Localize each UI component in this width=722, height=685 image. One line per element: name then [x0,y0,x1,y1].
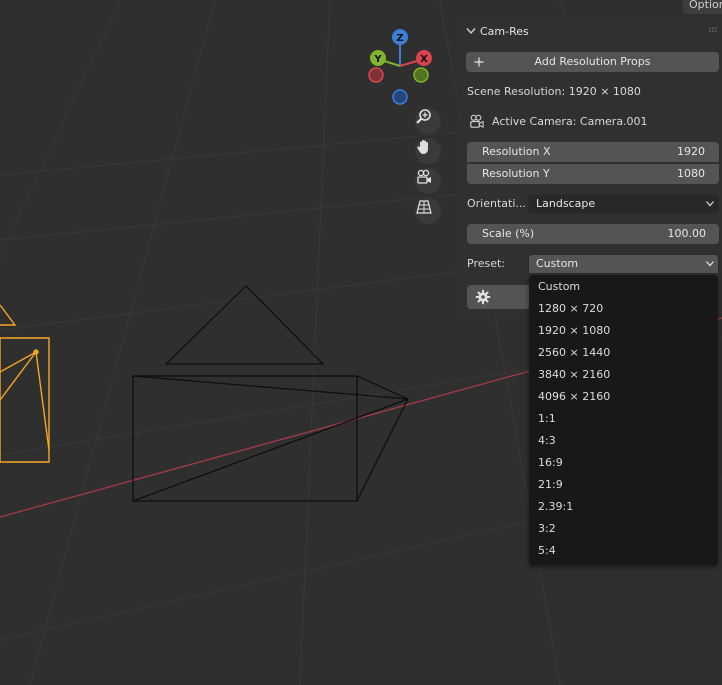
preset-option-5-4[interactable]: 5:4 [538,540,556,562]
preset-option-2-39-1[interactable]: 2.39:1 [538,496,573,518]
grid-perspective-icon [416,200,432,214]
cam-res-panel-header[interactable]: Cam-Res [461,19,722,45]
preset-option-1920x1080[interactable]: 1920 × 1080 [538,320,610,342]
preset-select[interactable]: Custom [528,254,719,274]
gizmo-y-label: Y [373,54,382,65]
orientation-label: Orientati... [467,197,526,210]
resolution-y-label: Resolution Y [482,167,550,180]
preset-option-2560x1440[interactable]: 2560 × 1440 [538,342,610,364]
preset-option-3840x2160[interactable]: 3840 × 2160 [538,364,610,386]
chevron-down-icon [706,261,714,267]
chevron-down-icon [706,201,714,207]
preset-option-4096x2160[interactable]: 4096 × 2160 [538,386,610,408]
preset-option-16-9[interactable]: 16:9 [538,452,563,474]
preset-option-custom[interactable]: Custom [538,276,580,298]
active-camera-text: Active Camera: Camera.001 [492,115,648,128]
gizmo-z-label: Z [396,33,403,44]
drag-grip-icon[interactable] [708,26,718,36]
orientation-select[interactable]: Landscape [528,194,719,214]
settings-button[interactable] [467,285,537,309]
preset-label: Preset: [467,257,506,270]
preset-option-4-3[interactable]: 4:3 [538,430,556,452]
resolution-x-field[interactable]: Resolution X 1920 [467,142,719,162]
resolution-x-value: 1920 [677,145,705,158]
gizmo-neg-x-circle[interactable] [368,67,384,83]
pan-button[interactable] [415,138,441,164]
gear-icon [475,289,491,305]
scale-value: 100.00 [667,227,707,240]
preset-option-1280x720[interactable]: 1280 × 720 [538,298,603,320]
add-resolution-props-label: Add Resolution Props [534,55,651,68]
gizmo-neg-y-circle[interactable] [413,67,429,83]
preset-option-1-1[interactable]: 1:1 [538,408,556,430]
camera-icon [417,169,431,184]
scene-resolution-text: Scene Resolution: 1920 × 1080 [467,85,641,98]
gizmo-x-label: X [420,54,428,65]
navigation-gizmo[interactable]: Z Y X [368,29,432,105]
sidebar-panel: Cam-Res Add Resolution Props Scene Resol… [461,19,722,314]
selected-camera[interactable] [0,304,50,463]
preset-dropdown-menu[interactable]: Custom 1280 × 720 1920 × 1080 2560 × 144… [529,275,718,565]
scale-percent-field[interactable]: Scale (%) 100.00 [467,224,719,244]
camera-icon [470,114,484,129]
preset-option-21-9[interactable]: 21:9 [538,474,563,496]
hand-icon [417,140,428,154]
resolution-x-label: Resolution X [482,145,551,158]
resolution-y-value: 1080 [677,167,705,180]
zoom-button[interactable] [415,108,441,134]
gizmo-neg-z-circle[interactable] [392,89,408,105]
options-button[interactable]: Option [683,0,722,14]
chevron-down-icon [466,28,476,35]
perspective-toggle-button[interactable] [415,198,441,224]
preset-value: Custom [536,257,579,270]
scale-label: Scale (%) [482,227,535,240]
add-resolution-props-button[interactable]: Add Resolution Props [466,52,719,72]
resolution-y-field[interactable]: Resolution Y 1080 [467,164,719,184]
camera-view-button[interactable] [415,168,441,194]
preset-option-3-2[interactable]: 3:2 [538,518,556,540]
zoom-icon [416,109,431,124]
panel-title: Cam-Res [480,25,529,38]
orientation-value: Landscape [536,197,596,210]
